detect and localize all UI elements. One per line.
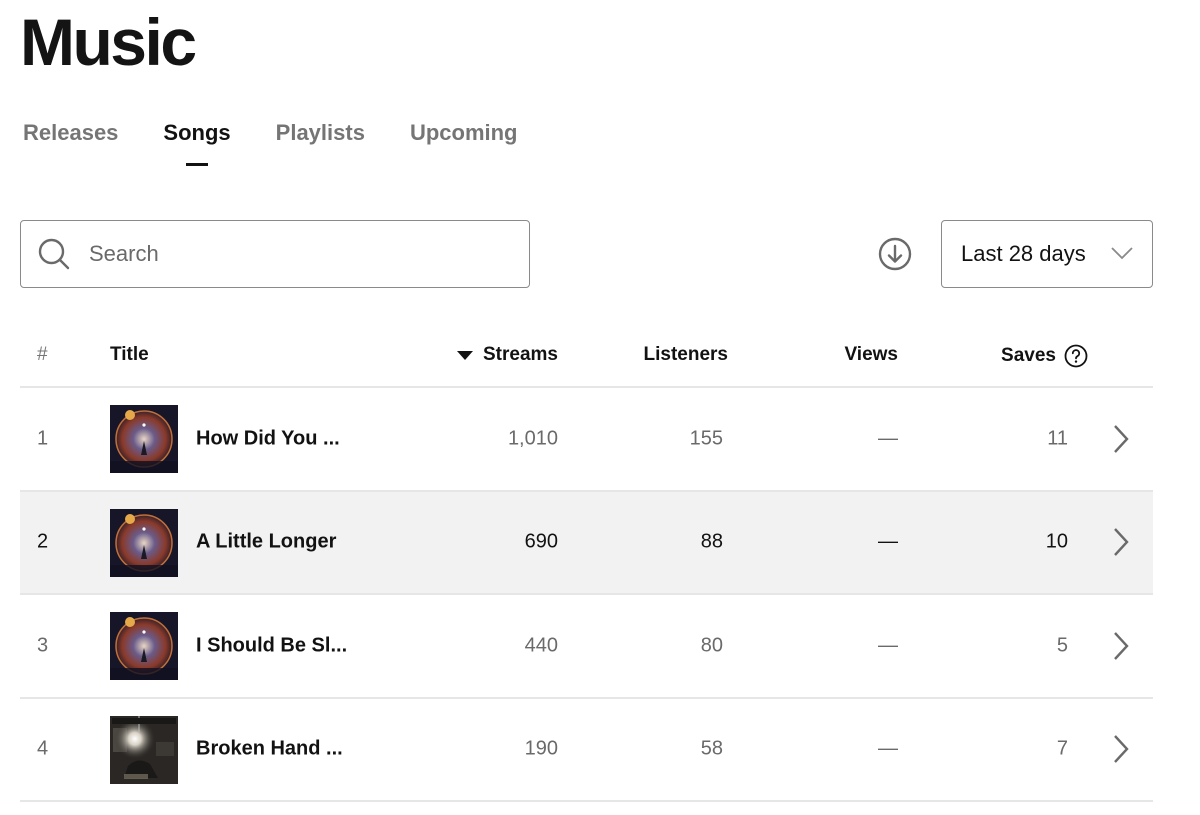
song-title[interactable]: How Did You ... (196, 427, 340, 450)
views-value: — (878, 427, 898, 450)
table-row[interactable]: 1 How Did You ... 1,010 155 — 11 (20, 388, 1153, 492)
column-header-listeners[interactable]: Listeners (644, 344, 728, 366)
chevron-right-icon[interactable] (1111, 526, 1131, 558)
download-button[interactable] (877, 236, 913, 272)
chevron-right-icon[interactable] (1111, 733, 1131, 765)
tab-bar: Releases Songs Playlists Upcoming (23, 116, 518, 166)
page-title: Music (20, 5, 197, 79)
saves-value: 11 (1047, 427, 1068, 450)
views-value: — (878, 737, 898, 760)
saves-value: 5 (1056, 634, 1068, 657)
saves-value: 7 (1056, 737, 1068, 760)
column-header-streams[interactable]: Streams (457, 344, 558, 366)
song-title[interactable]: I Should Be Sl... (196, 634, 347, 657)
chevron-right-icon[interactable] (1111, 423, 1131, 455)
table-header: # Title Streams Listeners Views Saves (20, 330, 1153, 388)
tab-playlists[interactable]: Playlists (276, 116, 365, 166)
saves-value: 10 (1045, 530, 1068, 553)
column-header-rank: # (37, 344, 48, 365)
tab-upcoming[interactable]: Upcoming (410, 116, 518, 166)
date-range-value: Last 28 days (961, 241, 1086, 266)
streams-value: 190 (524, 737, 558, 760)
cover-art-cosmic-portal (110, 612, 178, 680)
listeners-value: 58 (700, 737, 723, 760)
chevron-down-icon (1111, 247, 1133, 260)
search-input[interactable] (89, 241, 489, 267)
streams-value: 1,010 (507, 427, 558, 450)
cover-art-lightbulb-room (110, 715, 178, 784)
column-header-saves[interactable]: Saves (1001, 344, 1088, 368)
listeners-value: 88 (700, 530, 723, 553)
row-rank: 3 (37, 634, 49, 657)
song-title[interactable]: A Little Longer (196, 531, 336, 554)
row-rank: 2 (37, 530, 49, 553)
sort-descending-icon (457, 350, 473, 360)
listeners-value: 80 (700, 634, 723, 657)
songs-table: # Title Streams Listeners Views Saves 1 … (20, 330, 1153, 802)
tab-songs[interactable]: Songs (163, 116, 230, 166)
row-rank: 4 (37, 737, 49, 760)
search-icon (37, 237, 71, 271)
column-header-streams-label: Streams (483, 344, 558, 365)
listeners-value: 155 (689, 427, 723, 450)
table-row[interactable]: 4 Broken Hand ... 190 58 — 7 (20, 699, 1153, 802)
tab-releases[interactable]: Releases (23, 116, 118, 166)
column-header-title[interactable]: Title (110, 344, 149, 366)
streams-value: 690 (524, 530, 558, 553)
search-box[interactable] (20, 220, 530, 288)
download-circle-icon (878, 237, 912, 271)
cover-art-cosmic-portal (110, 508, 178, 577)
views-value: — (878, 634, 898, 657)
streams-value: 440 (524, 634, 558, 657)
column-header-saves-label: Saves (1001, 345, 1056, 366)
views-value: — (878, 530, 898, 553)
chevron-right-icon[interactable] (1111, 630, 1131, 662)
song-title[interactable]: Broken Hand ... (196, 738, 343, 761)
row-rank: 1 (37, 427, 49, 450)
column-header-views[interactable]: Views (844, 344, 898, 366)
date-range-select[interactable]: Last 28 days (941, 220, 1153, 288)
cover-art-cosmic-portal (110, 405, 178, 473)
help-icon[interactable] (1064, 344, 1088, 368)
table-row[interactable]: 2 A Little Longer 690 88 — 10 (20, 491, 1153, 595)
table-row[interactable]: 3 I Should Be Sl... 440 80 — 5 (20, 595, 1153, 699)
